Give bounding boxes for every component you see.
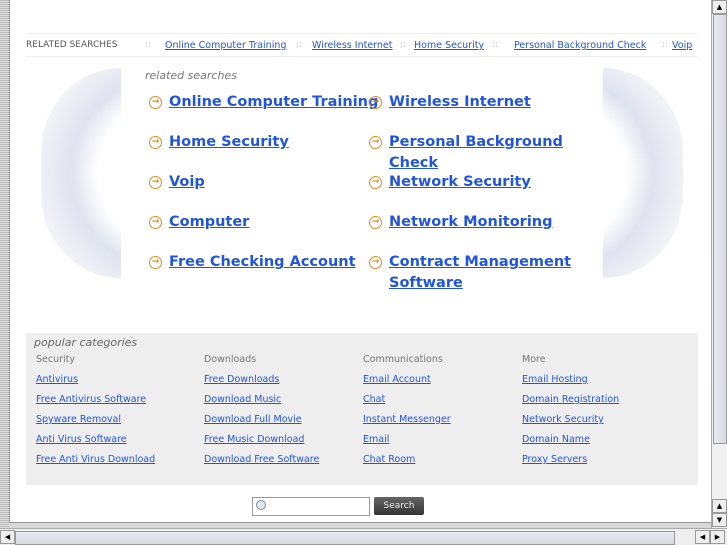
category-link[interactable]: Free Music Download bbox=[204, 434, 304, 445]
separator: :: bbox=[400, 40, 407, 50]
search-input[interactable] bbox=[252, 497, 370, 516]
scroll-up-button[interactable]: ▲ bbox=[712, 0, 727, 14]
bar-link-home-security[interactable]: Home Security bbox=[414, 40, 484, 51]
arrow-icon: → bbox=[369, 96, 382, 109]
bar-link-online-computer-training[interactable]: Online Computer Training bbox=[165, 40, 286, 51]
arrow-icon: → bbox=[369, 216, 382, 229]
separator: :: bbox=[662, 40, 669, 50]
category-header: Communications bbox=[363, 354, 443, 365]
horizontal-scrollbar[interactable]: ◀ ◀ ▶ bbox=[0, 528, 727, 545]
category-link[interactable]: Email bbox=[363, 434, 389, 445]
category-link[interactable]: Free Anti Virus Download bbox=[36, 454, 155, 465]
category-link[interactable]: Download Music bbox=[204, 394, 281, 405]
related-searches-title: related searches bbox=[145, 69, 237, 82]
related-searches-bar: RELATED SEARCHES :: Online Computer Trai… bbox=[26, 33, 698, 57]
arrow-icon: → bbox=[369, 256, 382, 269]
category-link[interactable]: Free Downloads bbox=[204, 374, 279, 385]
arrow-icon: → bbox=[369, 176, 382, 189]
separator: :: bbox=[492, 40, 499, 50]
scroll-up-button-lower[interactable]: ▲ bbox=[712, 499, 727, 513]
category-link[interactable]: Network Security bbox=[522, 414, 604, 425]
category-link[interactable]: Domain Registration bbox=[522, 394, 619, 405]
scroll-left-button-right[interactable]: ◀ bbox=[695, 530, 710, 544]
related-link[interactable]: Personal Background Check bbox=[389, 132, 604, 174]
arrow-icon: → bbox=[149, 256, 162, 269]
related-link[interactable]: Network Security bbox=[389, 172, 604, 193]
arrow-icon: → bbox=[149, 176, 162, 189]
decorative-arc-right bbox=[603, 68, 683, 278]
separator: :: bbox=[296, 40, 303, 50]
decorative-arc-left bbox=[41, 68, 121, 278]
related-link[interactable]: Voip bbox=[169, 172, 384, 193]
category-link[interactable]: Anti Virus Software bbox=[36, 434, 127, 445]
scroll-down-button[interactable]: ▼ bbox=[712, 513, 727, 527]
page-content: RELATED SEARCHES :: Online Computer Trai… bbox=[9, 0, 711, 523]
related-link[interactable]: Computer bbox=[169, 212, 384, 233]
bar-link-voip[interactable]: Voip bbox=[672, 40, 692, 51]
bar-link-personal-background-check[interactable]: Personal Background Check bbox=[514, 40, 646, 51]
related-link[interactable]: Home Security bbox=[169, 132, 384, 153]
category-link[interactable]: Domain Name bbox=[522, 434, 590, 445]
related-link[interactable]: Network Monitoring bbox=[389, 212, 604, 233]
category-link[interactable]: Download Full Movie bbox=[204, 414, 302, 425]
category-header: Downloads bbox=[204, 354, 257, 365]
arrow-icon: → bbox=[149, 96, 162, 109]
search-button[interactable]: Search bbox=[374, 497, 424, 515]
related-bar-label: RELATED SEARCHES bbox=[26, 40, 118, 50]
category-link[interactable]: Download Free Software bbox=[204, 454, 319, 465]
category-link[interactable]: Antivirus bbox=[36, 374, 78, 385]
vertical-scroll-thumb[interactable] bbox=[713, 14, 727, 444]
related-link[interactable]: Free Checking Account bbox=[169, 252, 384, 273]
category-link[interactable]: Email Account bbox=[363, 374, 431, 385]
horizontal-scroll-thumb[interactable] bbox=[15, 531, 675, 545]
category-link[interactable]: Free Antivirus Software bbox=[36, 394, 146, 405]
related-link[interactable]: Contract Management Software bbox=[389, 252, 604, 294]
category-header: More bbox=[522, 354, 546, 365]
search-icon bbox=[256, 500, 266, 510]
category-link[interactable]: Chat bbox=[363, 394, 385, 405]
scroll-left-button[interactable]: ◀ bbox=[0, 530, 15, 544]
arrow-icon: → bbox=[149, 136, 162, 149]
related-link[interactable]: Online Computer Training bbox=[169, 92, 384, 113]
category-link[interactable]: Chat Room bbox=[363, 454, 415, 465]
popular-categories: popular categories Security Antivirus Free… bbox=[26, 333, 698, 485]
related-link[interactable]: Wireless Internet bbox=[389, 92, 604, 113]
separator: :: bbox=[145, 40, 152, 50]
scroll-right-button[interactable]: ▶ bbox=[710, 530, 725, 544]
arrow-icon: → bbox=[369, 136, 382, 149]
category-link[interactable]: Spyware Removal bbox=[36, 414, 121, 425]
bar-link-wireless-internet[interactable]: Wireless Internet bbox=[312, 40, 393, 51]
category-link[interactable]: Proxy Servers bbox=[522, 454, 587, 465]
category-link[interactable]: Email Hosting bbox=[522, 374, 588, 385]
arrow-icon: → bbox=[149, 216, 162, 229]
category-link[interactable]: Instant Messenger bbox=[363, 414, 451, 425]
popular-categories-title: popular categories bbox=[34, 336, 138, 349]
category-header: Security bbox=[36, 354, 76, 365]
vertical-scrollbar[interactable]: ▲ ▲ ▼ bbox=[711, 0, 727, 528]
left-frame-edge bbox=[0, 0, 9, 528]
